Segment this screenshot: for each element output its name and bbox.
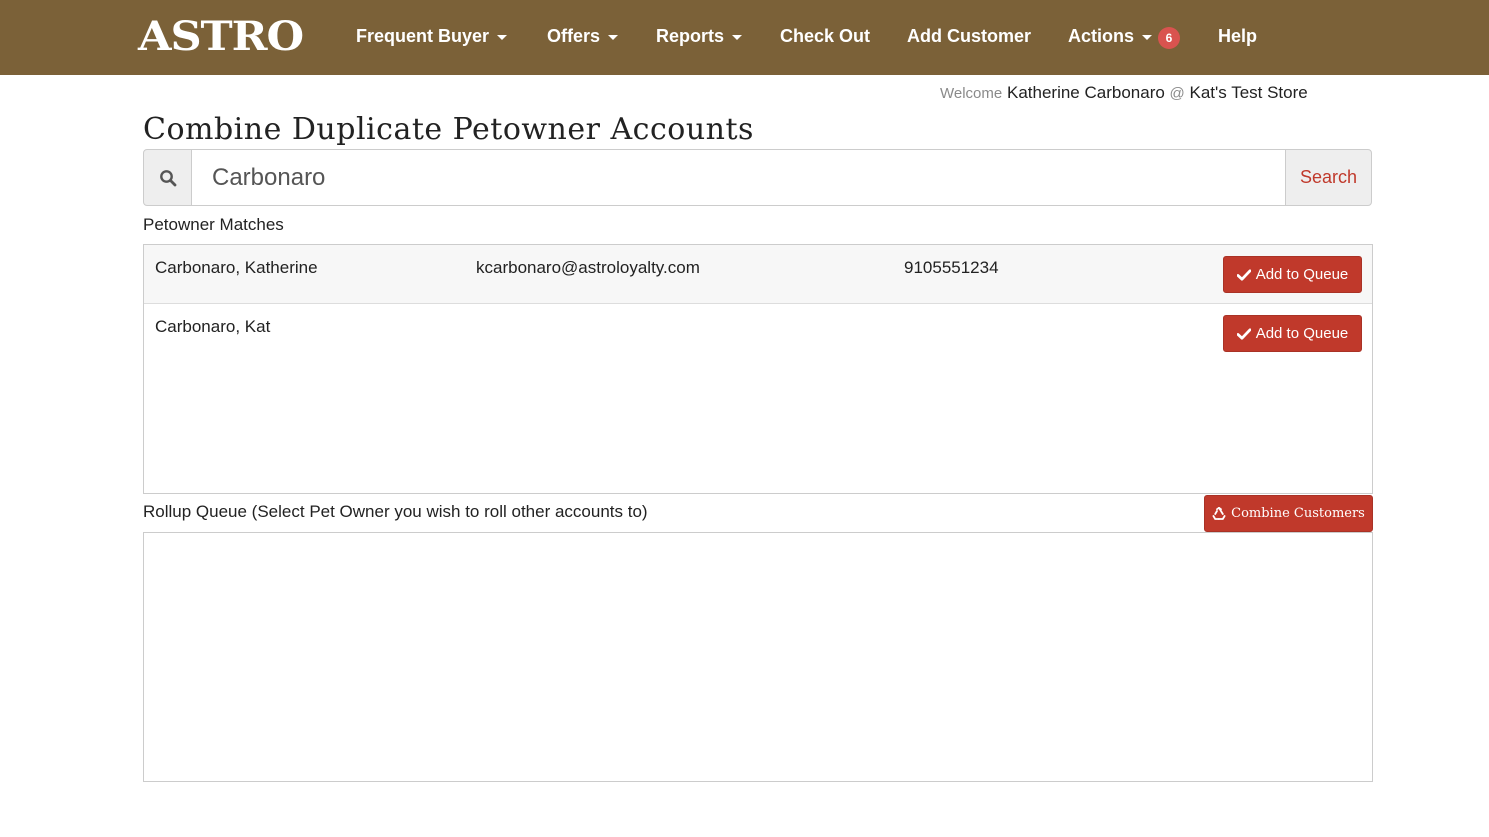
match-row: Carbonaro, Katherine kcarbonaro@astroloy…: [144, 245, 1372, 304]
welcome-store: Kat's Test Store: [1189, 83, 1308, 102]
welcome-prefix: Welcome: [940, 85, 1003, 102]
caret-down-icon: [608, 34, 619, 40]
nav-label: Offers: [547, 26, 601, 46]
caret-down-icon: [732, 34, 743, 40]
nav-frequent-buyer[interactable]: Frequent Buyer: [356, 22, 508, 50]
nav-offers[interactable]: Offers: [547, 22, 619, 50]
welcome-user: Katherine Carbonaro: [1006, 83, 1165, 102]
matches-list: Carbonaro, Katherine kcarbonaro@astroloy…: [143, 244, 1373, 494]
search-group: Search: [143, 149, 1372, 206]
nav-add-customer[interactable]: Add Customer: [907, 22, 1031, 50]
nav-label: Help: [1218, 26, 1258, 46]
button-label: Combine Customers: [1231, 506, 1365, 521]
button-label: Add to Queue: [1255, 325, 1349, 342]
welcome-at: @: [1169, 85, 1185, 102]
nav-label: Check Out: [780, 26, 871, 46]
nav-actions[interactable]: Actions 6: [1068, 22, 1181, 50]
nav-label: Actions: [1068, 26, 1135, 46]
add-to-queue-button[interactable]: Add to Queue: [1223, 315, 1362, 352]
brand-logo[interactable]: ASTRO: [138, 14, 304, 60]
welcome-line: Welcome Katherine Carbonaro @ Kat's Test…: [940, 82, 1308, 104]
check-icon: [1236, 268, 1251, 281]
check-icon: [1236, 327, 1251, 340]
caret-down-icon: [497, 34, 508, 40]
add-to-queue-button[interactable]: Add to Queue: [1223, 256, 1362, 293]
search-icon: [159, 169, 176, 186]
rollup-queue-list: [143, 532, 1373, 782]
notification-badge: 6: [1158, 27, 1181, 50]
matches-label: Petowner Matches: [143, 215, 284, 234]
match-email: kcarbonaro@astroloyalty.com: [476, 258, 700, 277]
nav-check-out[interactable]: Check Out: [780, 22, 870, 50]
match-phone: 9105551234: [904, 258, 999, 277]
search-input[interactable]: [192, 149, 1285, 206]
nav-help[interactable]: Help: [1218, 22, 1257, 50]
combine-customers-button[interactable]: Combine Customers: [1204, 495, 1373, 532]
match-name: Carbonaro, Kat: [155, 317, 271, 336]
search-button[interactable]: Search: [1285, 149, 1372, 206]
match-name: Carbonaro, Katherine: [155, 258, 318, 277]
queue-label: Rollup Queue (Select Pet Owner you wish …: [143, 502, 648, 521]
button-label: Add to Queue: [1255, 266, 1349, 283]
top-navbar: ASTRO Frequent Buyer Offers Reports Chec…: [0, 0, 1489, 75]
match-row: Carbonaro, Kat Add to Queue: [144, 304, 1372, 362]
page-title: Combine Duplicate Petowner Accounts: [143, 112, 754, 147]
nav-label: Frequent Buyer: [356, 26, 490, 46]
search-addon: [143, 149, 192, 206]
caret-down-icon: [1142, 34, 1153, 40]
recycle-icon: [1212, 506, 1226, 520]
nav-reports[interactable]: Reports: [656, 22, 743, 50]
nav-label: Reports: [656, 26, 725, 46]
nav-label: Add Customer: [907, 26, 1032, 46]
